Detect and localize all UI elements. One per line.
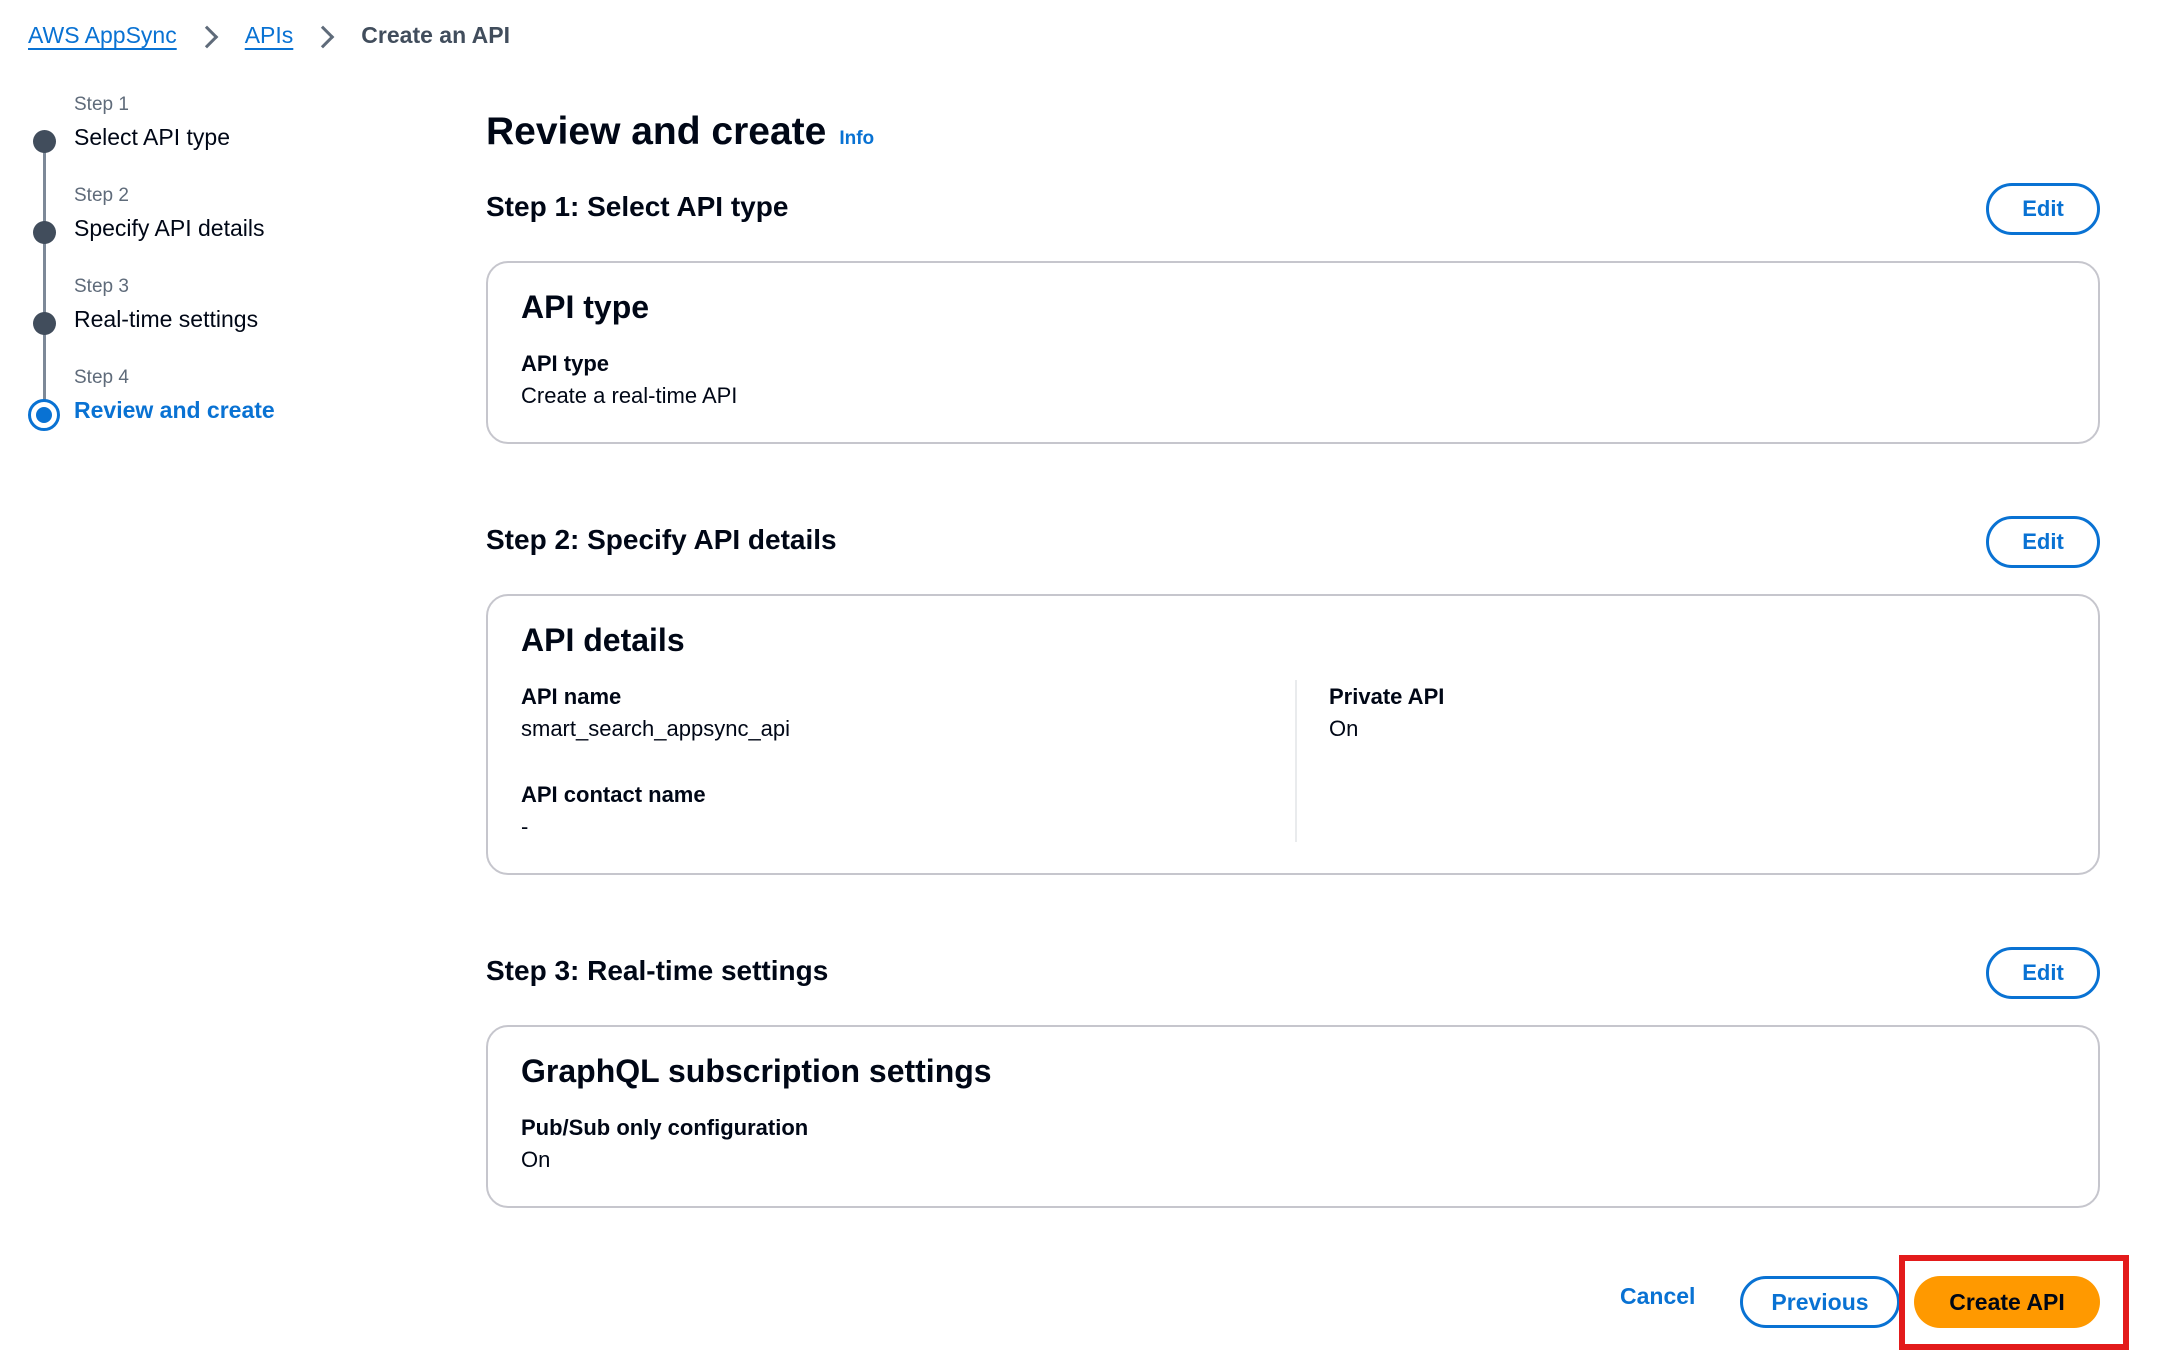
api-type-card: API type API type Create a real-time API bbox=[486, 261, 2100, 444]
page-title: Review and create bbox=[486, 110, 827, 153]
step-title[interactable]: Specify API details bbox=[74, 215, 265, 242]
step-number: Step 4 bbox=[74, 367, 129, 388]
step-complete-icon bbox=[33, 221, 56, 244]
section-title: Step 3: Real-time settings bbox=[486, 955, 829, 986]
edit-step3-button[interactable]: Edit bbox=[1986, 947, 2100, 999]
cancel-button[interactable]: Cancel bbox=[1620, 1283, 1695, 1310]
breadcrumb-link-appsync[interactable]: AWS AppSync bbox=[28, 22, 177, 49]
step-complete-icon bbox=[33, 130, 56, 153]
column-divider bbox=[1295, 680, 1297, 842]
subscription-settings-card: GraphQL subscription settings Pub/Sub on… bbox=[486, 1025, 2100, 1208]
field-value: On bbox=[1329, 716, 1359, 741]
field-label: Pub/Sub only configuration bbox=[521, 1115, 809, 1140]
breadcrumb-current: Create an API bbox=[361, 22, 510, 48]
breadcrumb-link-apis[interactable]: APIs bbox=[245, 22, 294, 49]
field-label: API type bbox=[521, 351, 610, 376]
step-active-icon bbox=[28, 399, 60, 431]
field-value: smart_search_appsync_api bbox=[521, 716, 791, 741]
step-number: Step 2 bbox=[74, 185, 129, 206]
step-title[interactable]: Real-time settings bbox=[74, 306, 258, 333]
section-title: Step 1: Select API type bbox=[486, 191, 789, 222]
wizard-steps-nav: Step 1 Select API type Step 2 Specify AP… bbox=[28, 90, 408, 454]
section-header-step1: Step 1: Select API type Edit bbox=[486, 183, 2100, 235]
edit-step1-button[interactable]: Edit bbox=[1986, 183, 2100, 235]
wizard-step-1[interactable]: Step 1 Select API type bbox=[28, 90, 408, 222]
edit-step2-button[interactable]: Edit bbox=[1986, 516, 2100, 568]
section-header-step3: Step 3: Real-time settings Edit bbox=[486, 947, 2100, 999]
field-label: Private API bbox=[1329, 684, 1445, 709]
card-title: API type bbox=[521, 289, 650, 325]
field-value: - bbox=[521, 814, 529, 839]
step-complete-icon bbox=[33, 312, 56, 335]
card-title: GraphQL subscription settings bbox=[521, 1053, 992, 1089]
step-title[interactable]: Select API type bbox=[74, 124, 230, 151]
field-value: On bbox=[521, 1147, 551, 1172]
section-title: Step 2: Specify API details bbox=[486, 524, 837, 555]
chevron-right-icon bbox=[195, 25, 219, 48]
create-api-button[interactable]: Create API bbox=[1914, 1276, 2100, 1328]
step-title-active: Review and create bbox=[74, 397, 275, 423]
info-link[interactable]: Info bbox=[839, 128, 874, 150]
breadcrumb: AWS AppSync APIs Create an API bbox=[28, 22, 510, 49]
wizard-step-4: Step 4 Review and create bbox=[28, 363, 408, 454]
field-value: Create a real-time API bbox=[521, 383, 738, 408]
step-number: Step 3 bbox=[74, 276, 129, 297]
api-details-card: API details API name smart_search_appsyn… bbox=[486, 594, 2100, 875]
page-header: Review and create Info bbox=[486, 110, 874, 154]
step-number: Step 1 bbox=[74, 94, 129, 115]
section-header-step2: Step 2: Specify API details Edit bbox=[486, 516, 2100, 568]
field-label: API contact name bbox=[521, 782, 706, 807]
field-label: API name bbox=[521, 684, 622, 709]
wizard-step-3[interactable]: Step 3 Real-time settings bbox=[28, 272, 408, 404]
previous-button[interactable]: Previous bbox=[1740, 1276, 1900, 1328]
card-title: API details bbox=[521, 622, 685, 658]
wizard-step-2[interactable]: Step 2 Specify API details bbox=[28, 181, 408, 313]
chevron-right-icon bbox=[311, 25, 335, 48]
